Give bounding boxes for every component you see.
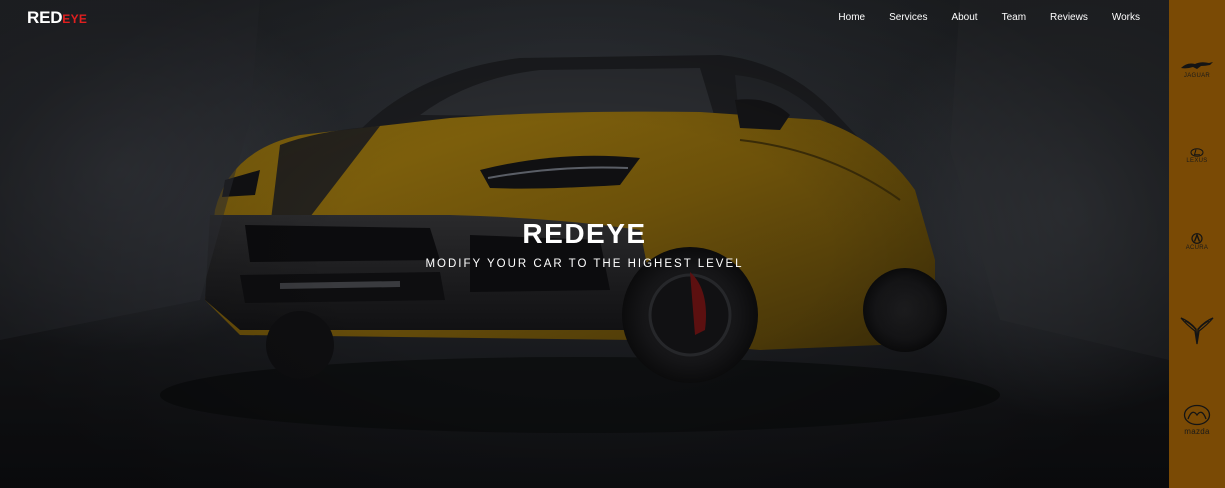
acura-icon	[1191, 233, 1203, 244]
lexus-icon	[1190, 148, 1204, 157]
hero-title: REDEYE	[522, 218, 647, 249]
brand-mazda-label: mazda	[1184, 427, 1210, 436]
page: REDEYE Home Services About Team Reviews …	[0, 0, 1225, 488]
brand-jaguar-label: JAGUAR	[1183, 73, 1211, 79]
nav-about[interactable]: About	[951, 12, 977, 23]
mazda-icon	[1183, 404, 1211, 426]
brand-mazda[interactable]: mazda	[1169, 404, 1225, 436]
logo-main-text: RED	[27, 8, 63, 27]
brand-corvette[interactable]	[1169, 315, 1225, 345]
jaguar-icon	[1181, 62, 1213, 69]
hero-subtitle: MODIFY YOUR CAR TO THE HIGHEST LEVEL	[425, 258, 744, 270]
brand-lexus-label: LEXUS	[1186, 158, 1208, 164]
nav-works[interactable]: Works	[1112, 12, 1140, 23]
brand-jaguar[interactable]: JAGUAR	[1169, 60, 1225, 79]
nav-services[interactable]: Services	[889, 12, 927, 23]
nav-home[interactable]: Home	[838, 12, 865, 23]
corvette-icon	[1180, 317, 1214, 345]
site-logo[interactable]: REDEYE	[27, 8, 87, 28]
nav-team[interactable]: Team	[1002, 12, 1026, 23]
hero-text: REDEYE MODIFY YOUR CAR TO THE HIGHEST LE…	[0, 218, 1169, 270]
nav-reviews[interactable]: Reviews	[1050, 12, 1088, 23]
brand-sidebar: JAGUAR LEXUS ACURA mazda	[1169, 0, 1225, 488]
main-nav: Home Services About Team Reviews Works	[814, 12, 1140, 23]
brand-acura[interactable]: ACURA	[1169, 233, 1225, 251]
logo-accent-text: EYE	[62, 12, 88, 26]
brand-lexus[interactable]: LEXUS	[1169, 148, 1225, 164]
brand-acura-label: ACURA	[1185, 245, 1209, 251]
